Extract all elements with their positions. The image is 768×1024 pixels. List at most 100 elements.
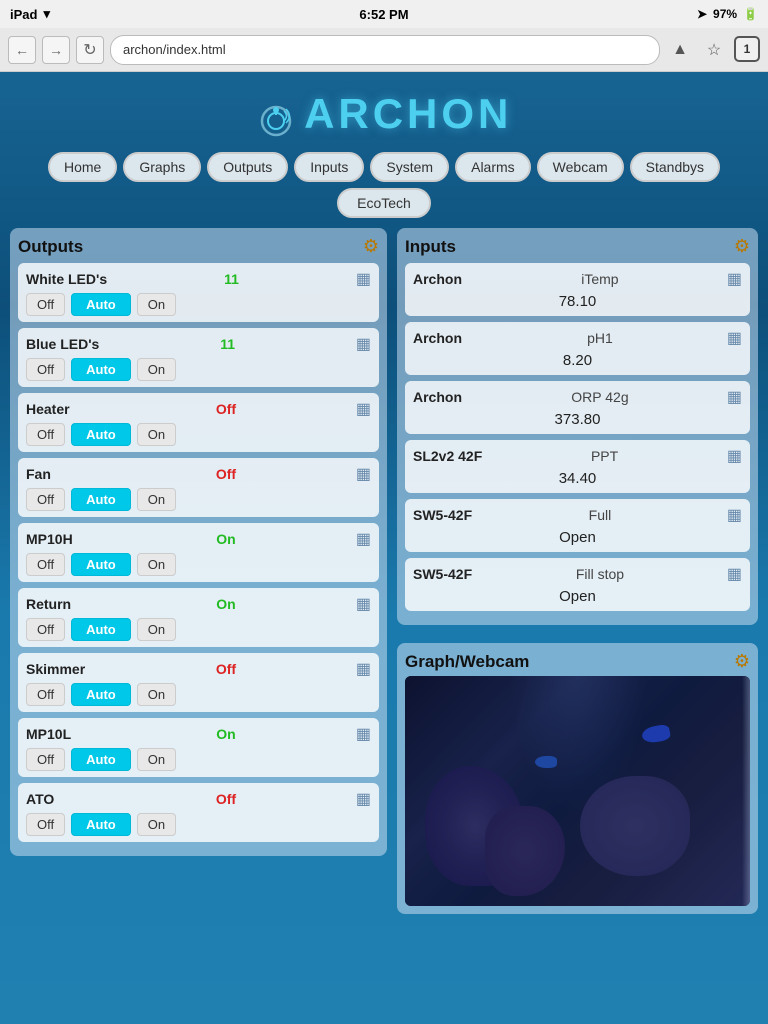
nav-outputs[interactable]: Outputs: [207, 152, 288, 182]
sliders-icon-fan[interactable]: ▦: [356, 464, 371, 484]
output-controls-mp10l: Off Auto On: [26, 748, 371, 771]
nav-webcam[interactable]: Webcam: [537, 152, 624, 182]
fan-off-btn[interactable]: Off: [26, 488, 65, 511]
input-row1-ppt: SL2v2 42F PPT ▦: [413, 446, 742, 466]
forward-button[interactable]: →: [42, 36, 70, 64]
sliders-icon-heater[interactable]: ▦: [356, 399, 371, 419]
blue-leds-on-btn[interactable]: On: [137, 358, 176, 381]
tab-count[interactable]: 1: [734, 36, 760, 62]
sliders-icon-itemp[interactable]: ▦: [727, 269, 742, 289]
sliders-icon-return[interactable]: ▦: [356, 594, 371, 614]
nav-alarms[interactable]: Alarms: [455, 152, 531, 182]
input-source-ph1: Archon: [413, 330, 473, 346]
inputs-gear-icon[interactable]: ⚙: [734, 236, 750, 257]
wifi-icon: ▾: [43, 6, 50, 22]
sliders-icon-white-leds[interactable]: ▦: [356, 269, 371, 289]
skimmer-auto-btn[interactable]: Auto: [71, 683, 131, 706]
nav-standbys[interactable]: Standbys: [630, 152, 720, 182]
sliders-icon-skimmer[interactable]: ▦: [356, 659, 371, 679]
logo-text: ARCHON: [304, 90, 512, 137]
output-controls-return: Off Auto On: [26, 618, 371, 641]
mp10l-off-btn[interactable]: Off: [26, 748, 65, 771]
sliders-icon-fillstop[interactable]: ▦: [727, 564, 742, 584]
input-row1-full: SW5-42F Full ▦: [413, 505, 742, 525]
output-status-fan: Off: [216, 466, 236, 482]
output-row1-skimmer: Skimmer Off ▦: [26, 659, 371, 679]
heater-auto-btn[interactable]: Auto: [71, 423, 131, 446]
output-controls-mp10h: Off Auto On: [26, 553, 371, 576]
fan-on-btn[interactable]: On: [137, 488, 176, 511]
heater-off-btn[interactable]: Off: [26, 423, 65, 446]
sliders-icon-blue-leds[interactable]: ▦: [356, 334, 371, 354]
sliders-icon-ato[interactable]: ▦: [356, 789, 371, 809]
graph-title: Graph/Webcam: [405, 652, 529, 672]
sliders-icon-ppt[interactable]: ▦: [727, 446, 742, 466]
graph-header: Graph/Webcam ⚙: [405, 651, 750, 672]
heater-on-btn[interactable]: On: [137, 423, 176, 446]
sliders-icon-mp10l[interactable]: ▦: [356, 724, 371, 744]
back-button[interactable]: ←: [8, 36, 36, 64]
output-row1-fan: Fan Off ▦: [26, 464, 371, 484]
nav-inputs[interactable]: Inputs: [294, 152, 364, 182]
input-value-fillstop: Open: [413, 588, 742, 605]
output-status-ato: Off: [216, 791, 236, 807]
white-leds-on-btn[interactable]: On: [137, 293, 176, 316]
return-auto-btn[interactable]: Auto: [71, 618, 131, 641]
ato-auto-btn[interactable]: Auto: [71, 813, 131, 836]
sliders-icon-mp10h[interactable]: ▦: [356, 529, 371, 549]
output-controls-heater: Off Auto On: [26, 423, 371, 446]
input-value-ph1: 8.20: [413, 352, 742, 369]
output-row1-return: Return On ▦: [26, 594, 371, 614]
return-on-btn[interactable]: On: [137, 618, 176, 641]
mp10h-auto-btn[interactable]: Auto: [71, 553, 131, 576]
output-name-mp10h: MP10H: [26, 531, 96, 547]
output-name-fan: Fan: [26, 466, 96, 482]
output-status-heater: Off: [216, 401, 236, 417]
url-bar[interactable]: [110, 35, 660, 65]
input-full: SW5-42F Full ▦ Open: [405, 499, 750, 552]
right-column: Inputs ⚙ Archon iTemp ▦ 78.10 Archon: [397, 228, 758, 914]
input-orp: Archon ORP 42g ▦ 373.80: [405, 381, 750, 434]
output-row1-ato: ATO Off ▦: [26, 789, 371, 809]
webcam-image: [405, 676, 750, 906]
sliders-icon-full[interactable]: ▦: [727, 505, 742, 525]
nav-ecotech[interactable]: EcoTech: [337, 188, 431, 218]
nav-graphs[interactable]: Graphs: [123, 152, 201, 182]
columns: Outputs ⚙ White LED's 11 ▦ Off Auto On: [10, 228, 758, 914]
nav-home[interactable]: Home: [48, 152, 117, 182]
white-leds-off-btn[interactable]: Off: [26, 293, 65, 316]
mp10h-on-btn[interactable]: On: [137, 553, 176, 576]
nav-system[interactable]: System: [370, 152, 449, 182]
output-fan: Fan Off ▦ Off Auto On: [18, 458, 379, 517]
bookmark-button[interactable]: ☆: [700, 36, 728, 64]
input-source-ppt: SL2v2 42F: [413, 448, 482, 464]
skimmer-on-btn[interactable]: On: [137, 683, 176, 706]
mp10l-auto-btn[interactable]: Auto: [71, 748, 131, 771]
sliders-icon-ph1[interactable]: ▦: [727, 328, 742, 348]
output-controls-fan: Off Auto On: [26, 488, 371, 511]
reload-button[interactable]: ↻: [76, 36, 104, 64]
skimmer-off-btn[interactable]: Off: [26, 683, 65, 706]
tank-blue-tint: [405, 676, 750, 906]
input-name-itemp: iTemp: [473, 271, 727, 287]
mp10l-on-btn[interactable]: On: [137, 748, 176, 771]
input-row1-ph1: Archon pH1 ▦: [413, 328, 742, 348]
carrier-label: iPad: [10, 7, 37, 22]
ato-off-btn[interactable]: Off: [26, 813, 65, 836]
fan-auto-btn[interactable]: Auto: [71, 488, 131, 511]
blue-leds-auto-btn[interactable]: Auto: [71, 358, 131, 381]
ato-on-btn[interactable]: On: [137, 813, 176, 836]
blue-leds-off-btn[interactable]: Off: [26, 358, 65, 381]
outputs-gear-icon[interactable]: ⚙: [363, 236, 379, 257]
graph-gear-icon[interactable]: ⚙: [734, 651, 750, 672]
share-button[interactable]: ▲: [666, 36, 694, 64]
white-leds-auto-btn[interactable]: Auto: [71, 293, 131, 316]
sliders-icon-orp[interactable]: ▦: [727, 387, 742, 407]
nav-second: EcoTech: [10, 188, 758, 218]
mp10h-off-btn[interactable]: Off: [26, 553, 65, 576]
output-controls-white-leds: Off Auto On: [26, 293, 371, 316]
outputs-panel: Outputs ⚙ White LED's 11 ▦ Off Auto On: [10, 228, 387, 856]
return-off-btn[interactable]: Off: [26, 618, 65, 641]
input-source-fillstop: SW5-42F: [413, 566, 473, 582]
output-status-mp10h: On: [216, 531, 235, 547]
